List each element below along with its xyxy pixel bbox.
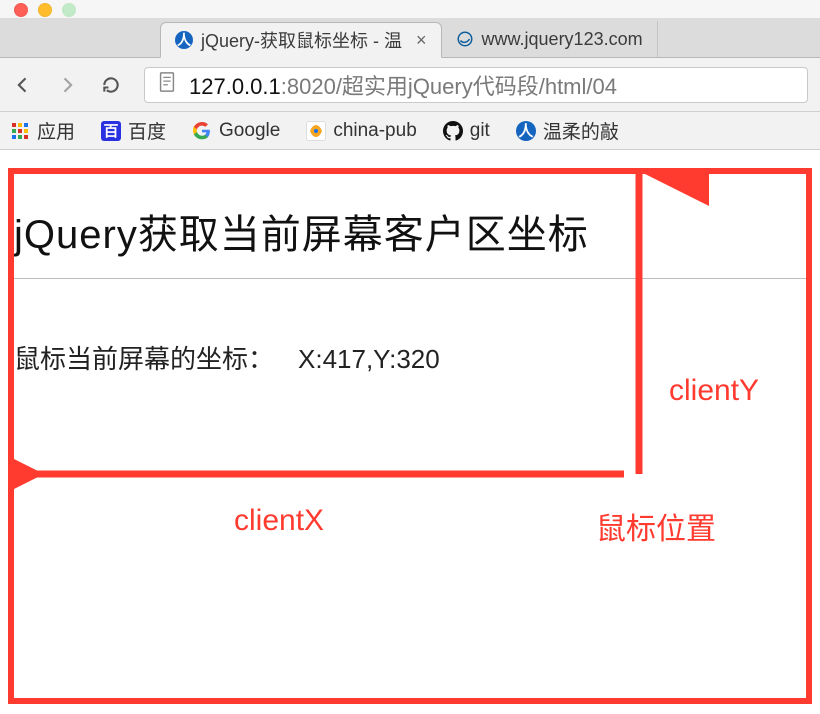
tab-favicon-icon: 人 xyxy=(175,31,193,49)
page-viewport[interactable]: jQuery获取当前屏幕客户区坐标 鼠标当前屏幕的坐标：X:417,Y:320 … xyxy=(8,168,812,704)
tab-title: jQuery-获取鼠标坐标 - 温 xyxy=(201,27,402,53)
tab-title: www.jquery123.com xyxy=(482,29,643,50)
annotation-mouse-pos-label: 鼠标位置 xyxy=(596,504,716,548)
bookmark-google[interactable]: Google xyxy=(192,120,280,142)
url-host: 127.0.0.1 xyxy=(189,74,281,99)
wen-icon: 人 xyxy=(516,121,536,141)
bookmark-label: china-pub xyxy=(333,120,416,142)
apps-icon xyxy=(10,121,30,141)
traffic-lights xyxy=(14,3,76,17)
close-tab-icon[interactable]: × xyxy=(416,30,427,51)
bookmark-baidu[interactable]: 百 百度 xyxy=(101,117,166,144)
minimize-window-icon[interactable] xyxy=(38,3,52,17)
annotation-clientx-label: clientX xyxy=(234,504,324,538)
url-path: /超实用jQuery代码段/html/04 xyxy=(336,74,617,99)
google-icon xyxy=(192,121,212,141)
bookmark-label: 温柔的敲 xyxy=(543,117,619,144)
site-info-icon[interactable] xyxy=(157,71,177,99)
address-bar[interactable]: 127.0.0.1:8020/超实用jQuery代码段/html/04 xyxy=(144,67,808,103)
tab-favicon-icon xyxy=(456,30,474,48)
tab-active[interactable]: 人 jQuery-获取鼠标坐标 - 温 × xyxy=(160,22,442,58)
reload-button[interactable] xyxy=(100,74,122,96)
bookmarks-bar: 应用 百 百度 Google china-pub git 人 温柔的敲 xyxy=(0,112,820,150)
bookmark-label: 应用 xyxy=(37,117,75,144)
bookmark-china-pub[interactable]: china-pub xyxy=(306,120,416,142)
bookmark-label: Google xyxy=(219,120,280,142)
baidu-icon: 百 xyxy=(101,121,121,141)
back-button[interactable] xyxy=(12,74,34,96)
toolbar: 127.0.0.1:8020/超实用jQuery代码段/html/04 xyxy=(0,58,820,112)
coord-value: X:417,Y:320 xyxy=(298,344,440,374)
url-port: :8020 xyxy=(281,74,336,99)
bookmark-label: git xyxy=(470,120,490,142)
url-text: 127.0.0.1:8020/超实用jQuery代码段/html/04 xyxy=(189,69,617,101)
zoom-window-icon[interactable] xyxy=(62,3,76,17)
china-pub-icon xyxy=(306,121,326,141)
bookmark-git[interactable]: git xyxy=(443,120,490,142)
page-heading: jQuery获取当前屏幕客户区坐标 xyxy=(14,202,806,260)
forward-button[interactable] xyxy=(56,74,78,96)
annotation-clienty-label: clientY xyxy=(669,374,759,408)
coordinate-readout: 鼠标当前屏幕的坐标： X:417,Y:320 xyxy=(14,339,806,376)
github-icon xyxy=(443,121,463,141)
close-window-icon[interactable] xyxy=(14,3,28,17)
coord-label: 鼠标当前屏幕的坐标： xyxy=(14,344,274,374)
bookmark-label: 百度 xyxy=(128,117,166,144)
bookmark-wen[interactable]: 人 温柔的敲 xyxy=(516,117,619,144)
tab-background[interactable]: www.jquery123.com xyxy=(442,21,658,57)
bookmark-apps[interactable]: 应用 xyxy=(10,117,75,144)
tab-strip: 人 jQuery-获取鼠标坐标 - 温 × www.jquery123.com xyxy=(0,18,820,58)
window-titlebar xyxy=(0,0,820,18)
heading-divider xyxy=(14,278,806,279)
